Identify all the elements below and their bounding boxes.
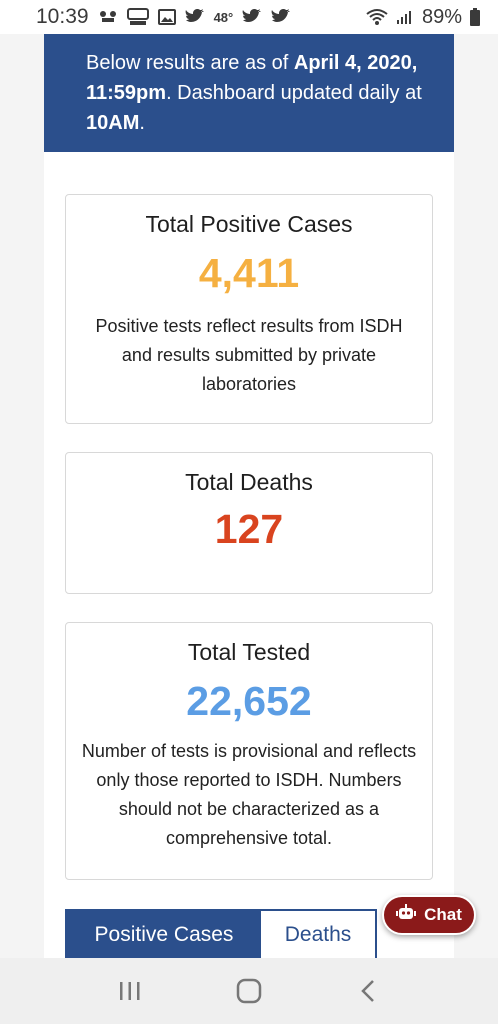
tested-title: Total Tested <box>187 639 311 665</box>
back-icon <box>361 980 375 1002</box>
status-time: 10:39 <box>36 5 89 28</box>
news-app-icon <box>126 8 149 26</box>
recent-apps-button[interactable] <box>110 971 150 1011</box>
twitter-icon <box>185 9 205 25</box>
battery-icon <box>470 8 480 26</box>
positive-cases-value: 4,411 <box>198 250 300 296</box>
battery-percent: 89% <box>421 5 462 28</box>
back-button[interactable] <box>348 971 388 1011</box>
tab-deaths[interactable]: Deaths <box>261 911 375 958</box>
deaths-card: Total Deaths 127 <box>65 452 433 594</box>
recent-apps-icon <box>119 982 140 1000</box>
signal-icon <box>396 9 414 25</box>
status-bar: 10:39 48° 89% <box>0 0 498 34</box>
tab-positive-cases[interactable]: Positive Cases <box>67 911 261 958</box>
banner-text-end: . <box>139 112 145 134</box>
banner-text-middle: . Dashboard updated daily at <box>166 82 422 104</box>
chat-label: Chat <box>424 905 462 924</box>
twitter-icon <box>271 9 291 25</box>
chart-tabs: Positive Cases Deaths <box>65 909 377 958</box>
positive-cases-card: Total Positive Cases 4,411 Positive test… <box>65 194 433 424</box>
voicemail-icon <box>98 9 118 25</box>
tested-card: Total Tested 22,652 Number of tests is p… <box>65 622 433 880</box>
home-icon <box>236 978 262 1004</box>
tested-note: Number of tests is provisional and refle… <box>81 741 417 848</box>
chatbot-icon <box>396 903 417 927</box>
banner-text-before: Below results are as of <box>86 52 294 74</box>
deaths-value: 127 <box>214 506 284 552</box>
status-left: 10:39 48° <box>36 5 291 29</box>
chat-button[interactable]: Chat <box>382 895 476 935</box>
status-right: 89% <box>366 6 480 29</box>
update-banner: Below results are as of April 4, 2020, 1… <box>44 34 454 152</box>
twitter-icon <box>242 9 262 25</box>
positive-cases-note: Positive tests reflect results from ISDH… <box>95 316 403 394</box>
positive-cases-title: Total Positive Cases <box>145 211 353 237</box>
deaths-title: Total Deaths <box>185 469 313 495</box>
temperature-text: 48° <box>213 9 234 25</box>
banner-update-time: 10AM <box>86 112 140 134</box>
wifi-icon <box>366 8 388 26</box>
tested-value: 22,652 <box>186 678 312 724</box>
android-nav-bar <box>0 958 498 1024</box>
image-icon <box>157 9 176 25</box>
home-button[interactable] <box>229 971 269 1011</box>
